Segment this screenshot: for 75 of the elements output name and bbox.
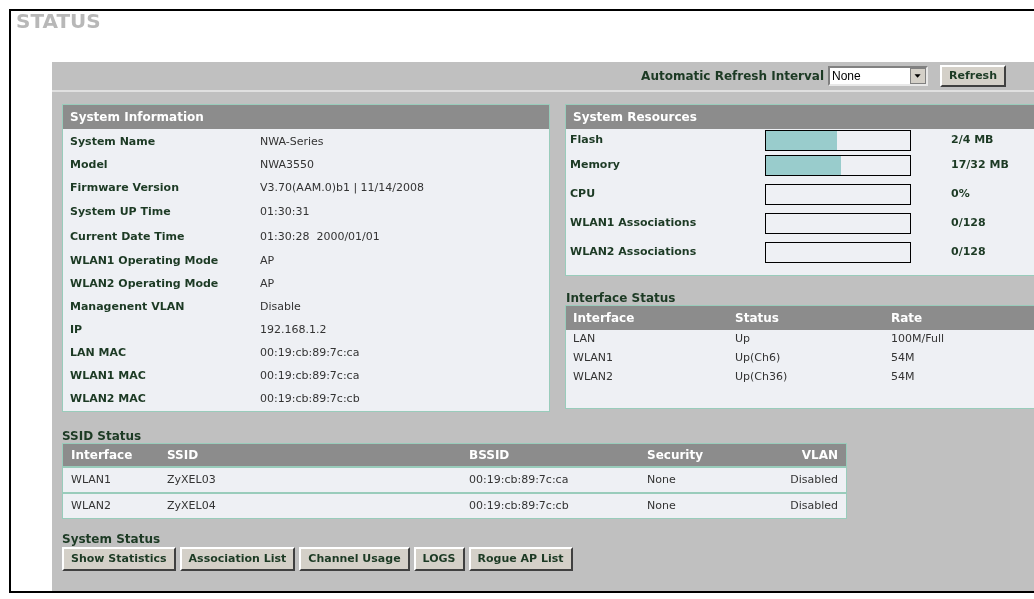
field-label: WLAN1 Operating Mode bbox=[70, 253, 220, 270]
field-value: NWA3550 bbox=[260, 157, 315, 174]
column-header: Interface bbox=[573, 310, 636, 327]
panel-header: System Information bbox=[63, 105, 549, 129]
field-label: IP bbox=[70, 322, 84, 339]
table-cell-text: ZyXEL03 bbox=[167, 471, 217, 488]
table-cell-text: 54M bbox=[891, 369, 916, 386]
table-cell-text: Up(Ch6) bbox=[735, 350, 782, 367]
table-cell-text: Up bbox=[735, 331, 752, 348]
system-status-button[interactable]: Association List bbox=[179, 547, 296, 571]
table-cell-text: None bbox=[647, 497, 677, 514]
system-status-button[interactable]: Channel Usage bbox=[299, 547, 410, 571]
system-status-button[interactable]: LOGS bbox=[413, 547, 465, 571]
panel-header: System Resources bbox=[566, 105, 1034, 129]
refresh-interval-label: Automatic Refresh Interval bbox=[641, 68, 824, 85]
resource-reading: 0/128 bbox=[951, 215, 986, 232]
resource-reading: 2/4 MB bbox=[951, 131, 994, 148]
table-cell-text: 54M bbox=[891, 350, 916, 367]
table-cell-text: 00:19:cb:89:7c:cb bbox=[469, 497, 570, 514]
field-label: WLAN2 Operating Mode bbox=[70, 276, 220, 293]
resource-label: Flash bbox=[570, 131, 605, 148]
field-value: V3.70(AAM.0)b1 | 11/14/2008 bbox=[260, 180, 425, 197]
system-status-button[interactable]: Rogue AP List bbox=[468, 547, 573, 571]
field-label: System Name bbox=[70, 134, 157, 151]
section-title: SSID Status bbox=[62, 429, 143, 443]
field-label: LAN MAC bbox=[70, 345, 128, 362]
column-header: VLAN bbox=[800, 447, 838, 464]
resource-reading: 0% bbox=[951, 186, 970, 203]
table-cell-text: ZyXEL04 bbox=[167, 497, 217, 514]
table-cell-text: 100M/Full bbox=[891, 331, 945, 348]
page-title: STATUS bbox=[16, 10, 101, 32]
field-value: 01:30:28 2000/01/01 bbox=[260, 228, 380, 245]
resource-label: Memory bbox=[570, 157, 622, 174]
field-value: AP bbox=[260, 253, 275, 270]
table-cell-text: WLAN1 bbox=[573, 350, 614, 367]
resource-reading: 0/128 bbox=[951, 244, 986, 261]
system-status-button[interactable]: Show Statistics bbox=[62, 547, 176, 571]
field-label: Model bbox=[70, 157, 109, 174]
field-value: 192.168.1.2 bbox=[260, 322, 327, 339]
field-label: WLAN1 MAC bbox=[70, 368, 147, 385]
table-cell-text: Up(Ch36) bbox=[735, 369, 789, 386]
field-value: AP bbox=[260, 276, 275, 293]
column-header: Security bbox=[647, 447, 705, 464]
field-label: System UP Time bbox=[70, 203, 172, 220]
resource-label: WLAN2 Associations bbox=[570, 244, 698, 261]
refresh-button[interactable]: Refresh bbox=[940, 65, 1006, 87]
field-value: Disable bbox=[260, 299, 301, 316]
column-header: Rate bbox=[891, 310, 924, 327]
table-cell-text: WLAN1 bbox=[71, 471, 112, 488]
table-cell-text: WLAN2 bbox=[71, 497, 112, 514]
field-value: NWA-Series bbox=[260, 134, 324, 151]
column-header: BSSID bbox=[469, 447, 511, 464]
table-cell-text: None bbox=[647, 471, 677, 488]
field-value: 00:19:cb:89:7c:cb bbox=[260, 391, 360, 408]
column-header: Status bbox=[735, 310, 780, 327]
field-value: 00:19:cb:89:7c:ca bbox=[260, 368, 360, 385]
table-cell-text: 00:19:cb:89:7c:ca bbox=[469, 471, 570, 488]
table-cell-text: LAN bbox=[573, 331, 597, 348]
resource-label: CPU bbox=[570, 186, 597, 203]
field-label: WLAN2 MAC bbox=[70, 391, 147, 408]
field-value: 01:30:31 bbox=[260, 203, 310, 220]
refresh-interval-dropdown[interactable]: None bbox=[828, 66, 928, 86]
table-cell-text: Disabled bbox=[789, 471, 838, 488]
resource-label: WLAN1 Associations bbox=[570, 215, 698, 232]
table-cell-text: WLAN2 bbox=[573, 369, 614, 386]
field-label: Current Date Time bbox=[70, 228, 186, 245]
column-header: Interface bbox=[71, 447, 134, 464]
table-cell-text: Disabled bbox=[789, 497, 838, 514]
section-title: System Status bbox=[62, 533, 162, 546]
section-title: Interface Status bbox=[565, 291, 677, 305]
field-value: 00:19:cb:89:7c:ca bbox=[260, 345, 360, 362]
resource-reading: 17/32 MB bbox=[951, 157, 1009, 174]
field-label: Firmware Version bbox=[70, 180, 180, 197]
field-label: Managenent VLAN bbox=[70, 299, 186, 316]
column-header: SSID bbox=[167, 447, 200, 464]
